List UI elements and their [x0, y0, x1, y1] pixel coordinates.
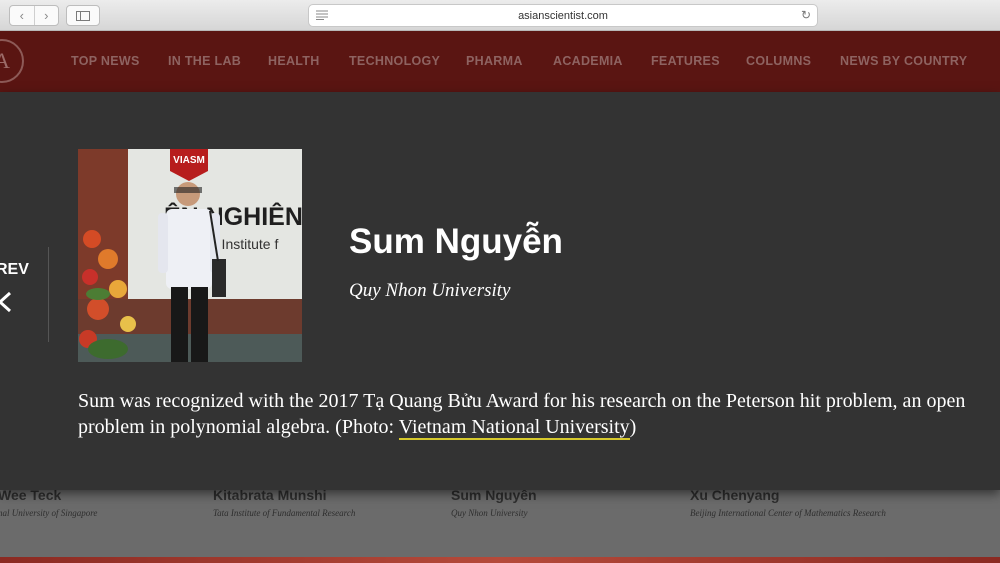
chevron-left-icon [0, 291, 12, 313]
address-bar[interactable]: asianscientist.com ↻ [308, 4, 818, 27]
person-name: Sum Nguyễn [349, 222, 563, 261]
background-card-affiliation: Tata Institute of Fundamental Research [213, 508, 356, 518]
reader-view-icon[interactable] [316, 10, 328, 20]
sidebar-icon [76, 10, 90, 21]
nav-academia[interactable]: ACADEMIA [553, 54, 623, 68]
background-card[interactable]: Sum Nguyễn Quy Nhon University [451, 487, 651, 520]
nav-in-the-lab[interactable]: IN THE LAB [168, 54, 241, 68]
background-card-affiliation: nal University of Singapore [0, 508, 98, 518]
sidebar-toggle-button[interactable] [66, 5, 100, 26]
url-text: asianscientist.com [518, 9, 608, 22]
nav-columns[interactable]: COLUMNS [746, 54, 811, 68]
person-affiliation: Quy Nhon University [349, 280, 511, 301]
nav-pharma[interactable]: PHARMA [466, 54, 523, 68]
profile-photo: VIASM ỆN NGHIÊN m Institute f [78, 149, 302, 362]
browser-toolbar: ‹ › asianscientist.com ↻ [0, 0, 1000, 31]
nav-features[interactable]: FEATURES [651, 54, 720, 68]
photo-sign-text: VIASM [173, 155, 205, 166]
back-button[interactable]: ‹ [10, 6, 34, 25]
nav-news-by-country[interactable]: NEWS BY COUNTRY [840, 54, 967, 68]
background-card[interactable]: Xu Chenyang Beijing International Center… [690, 487, 890, 520]
reload-icon[interactable]: ↻ [801, 8, 811, 22]
nav-health[interactable]: HEALTH [268, 54, 320, 68]
bottom-accent-strip [0, 557, 1000, 563]
history-buttons: ‹ › [9, 5, 59, 26]
photo-credit-link[interactable]: Vietnam National University [398, 416, 630, 440]
profile-overlay: REV VIASM ỆN NGHIÊN m Institute f Sum Ng… [0, 92, 1000, 490]
background-card[interactable]: Wee Teck nal University of Singapore [0, 487, 178, 520]
nav-technology[interactable]: TECHNOLOGY [349, 54, 440, 68]
site-logo[interactable]: A [0, 39, 24, 83]
photo-illustration: VIASM ỆN NGHIÊN m Institute f [78, 149, 302, 362]
previous-button[interactable]: REV [0, 247, 49, 342]
background-people-row: Wee Teck nal University of Singapore Kit… [0, 485, 1000, 563]
forward-button[interactable]: › [33, 6, 59, 25]
background-card[interactable]: Kitabrata Munshi Tata Institute of Funda… [213, 487, 413, 520]
chevron-right-icon: › [44, 8, 49, 23]
previous-label: REV [0, 261, 29, 278]
nav-top-news[interactable]: TOP NEWS [71, 54, 140, 68]
site-navigation: A TOP NEWS IN THE LAB HEALTH TECHNOLOGY … [0, 31, 1000, 92]
caption-end: ) [629, 416, 637, 438]
background-card-affiliation: Beijing International Center of Mathemat… [690, 508, 886, 518]
background-card-affiliation: Quy Nhon University [451, 508, 528, 518]
chevron-left-icon: ‹ [19, 8, 24, 23]
photo-caption: Sum was recognized with the 2017 Tạ Quan… [78, 388, 988, 440]
